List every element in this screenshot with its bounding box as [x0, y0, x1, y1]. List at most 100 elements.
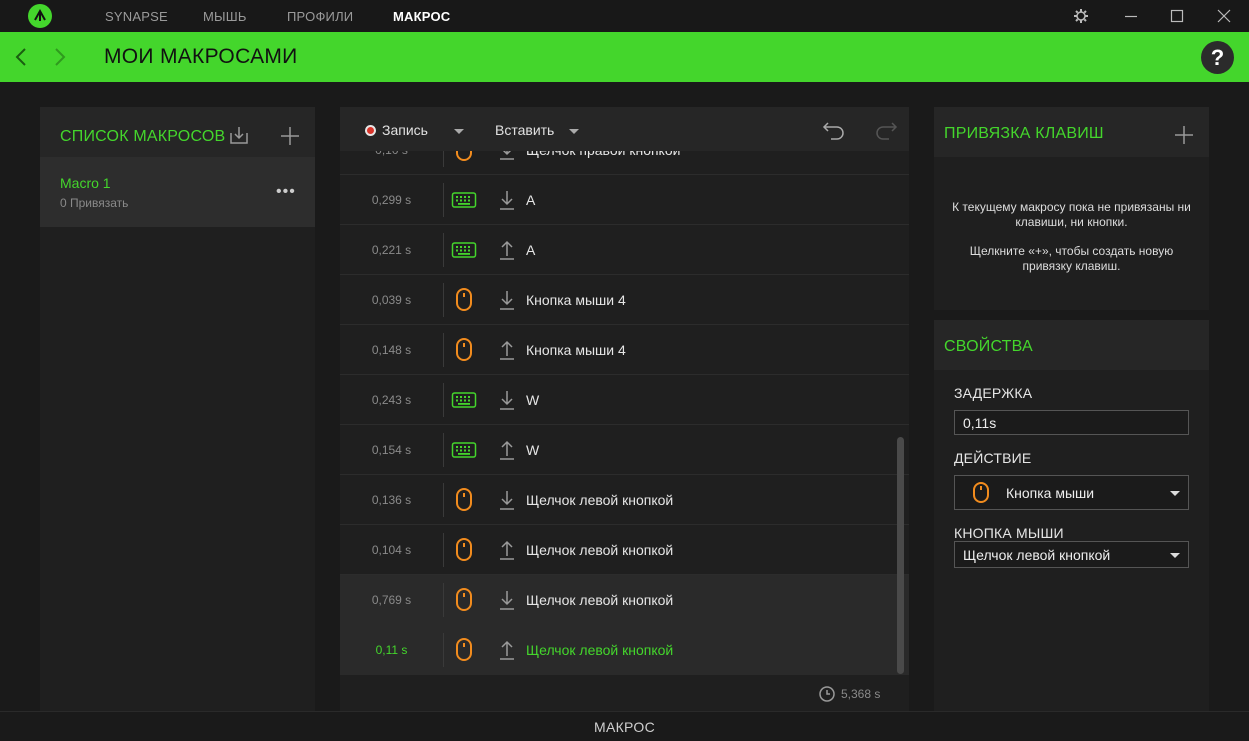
- record-dropdown-icon[interactable]: [454, 129, 464, 134]
- macro-event-row[interactable]: 0,243 s W: [340, 375, 909, 425]
- macro-list-title: СПИСОК МАКРОСОВ: [60, 128, 226, 145]
- help-button[interactable]: ?: [1201, 41, 1234, 74]
- properties-title: СВОЙСТВА: [944, 338, 1033, 355]
- maximize-icon[interactable]: [1167, 6, 1187, 26]
- mouse-icon: [451, 537, 477, 563]
- event-delay[interactable]: 0,104 s: [340, 543, 443, 557]
- key-down-icon: [497, 288, 517, 312]
- macro-event-row[interactable]: 0,11 s Щелчок левой кнопкой: [340, 625, 909, 675]
- record-button[interactable]: Запись: [382, 122, 428, 138]
- keyboard-icon: [451, 237, 477, 263]
- event-label: Кнопка мыши 4: [526, 292, 626, 308]
- tab-mouse[interactable]: МЫШЬ: [203, 9, 247, 24]
- event-label: Щелчок правой кнопкой: [526, 151, 680, 158]
- redo-icon[interactable]: [873, 117, 899, 141]
- keyboard-icon: [451, 387, 477, 413]
- action-select[interactable]: Кнопка мыши: [954, 475, 1189, 510]
- back-icon[interactable]: [11, 46, 31, 68]
- delay-label: ЗАДЕРЖКА: [954, 385, 1033, 401]
- row-divider: [443, 183, 444, 217]
- mouse-button-select[interactable]: Щелчок левой кнопкой: [954, 541, 1189, 568]
- delay-input[interactable]: 0,11s: [954, 410, 1189, 435]
- key-down-icon: [497, 488, 517, 512]
- row-divider: [443, 633, 444, 667]
- event-label: W: [526, 442, 540, 458]
- key-down-icon: [497, 588, 517, 612]
- event-delay[interactable]: 0,136 s: [340, 493, 443, 507]
- editor-footer: 5,368 s: [340, 677, 909, 711]
- macro-event-row[interactable]: 0,154 s W: [340, 425, 909, 475]
- import-icon[interactable]: [228, 124, 250, 146]
- event-delay[interactable]: 0,221 s: [340, 243, 443, 257]
- key-up-icon: [497, 438, 517, 462]
- tab-synapse[interactable]: SYNAPSE: [105, 9, 168, 24]
- scrollbar[interactable]: [897, 437, 904, 674]
- event-label: Щелчок левой кнопкой: [526, 642, 674, 658]
- event-delay[interactable]: 0,148 s: [340, 343, 443, 357]
- insert-button[interactable]: Вставить: [495, 122, 554, 138]
- properties-header: СВОЙСТВА: [934, 320, 1209, 370]
- add-macro-icon[interactable]: [280, 126, 300, 146]
- undo-icon[interactable]: [821, 117, 847, 141]
- macro-event-row[interactable]: 0,104 s Щелчок левой кнопкой: [340, 525, 909, 575]
- macro-event-row[interactable]: 0,221 s A: [340, 225, 909, 275]
- row-divider: [443, 333, 444, 367]
- event-delay[interactable]: 0,10 s: [340, 151, 443, 157]
- macro-event-row[interactable]: 0,10 s Щелчок правой кнопкой: [340, 151, 909, 175]
- event-label: A: [526, 192, 536, 208]
- minimize-icon[interactable]: [1121, 6, 1141, 26]
- event-delay[interactable]: 0,039 s: [340, 293, 443, 307]
- macro-event-row[interactable]: 0,148 s Кнопка мыши 4: [340, 325, 909, 375]
- editor-toolbar: Запись Вставить: [340, 107, 909, 151]
- row-divider: [443, 233, 444, 267]
- action-label: ДЕЙСТВИЕ: [954, 450, 1032, 466]
- keyboard-icon: [451, 437, 477, 463]
- tab-profiles[interactable]: ПРОФИЛИ: [287, 9, 353, 24]
- event-delay[interactable]: 0,243 s: [340, 393, 443, 407]
- macro-editor-panel: Запись Вставить 0,10 s Щелчок правой кноп…: [340, 107, 909, 711]
- macro-event-list: 0,10 s Щелчок правой кнопкой 0,299 s A 0,221…: [340, 151, 909, 676]
- row-divider: [443, 533, 444, 567]
- event-delay[interactable]: 0,299 s: [340, 193, 443, 207]
- record-icon[interactable]: [365, 125, 376, 136]
- key-down-icon: [497, 388, 517, 412]
- row-divider: [443, 433, 444, 467]
- event-delay[interactable]: 0,769 s: [340, 593, 443, 607]
- forward-icon[interactable]: [50, 46, 70, 68]
- row-divider: [443, 151, 444, 167]
- close-icon[interactable]: [1214, 6, 1234, 26]
- row-divider: [443, 283, 444, 317]
- add-binding-icon[interactable]: [1174, 125, 1194, 145]
- macro-event-row[interactable]: 0,039 s Кнопка мыши 4: [340, 275, 909, 325]
- bottom-bar: МАКРОС: [0, 711, 1249, 741]
- insert-dropdown-icon[interactable]: [569, 129, 579, 134]
- settings-icon[interactable]: [1071, 6, 1091, 26]
- properties-panel: СВОЙСТВА ЗАДЕРЖКА 0,11s ДЕЙСТВИЕ Кнопка …: [934, 320, 1209, 711]
- macro-list-item[interactable]: Macro 1 0 Привязать •••: [40, 157, 315, 227]
- action-value: Кнопка мыши: [1006, 484, 1095, 501]
- event-label: Щелчок левой кнопкой: [526, 542, 674, 558]
- event-delay[interactable]: 0,154 s: [340, 443, 443, 457]
- macro-event-row[interactable]: 0,299 s A: [340, 175, 909, 225]
- macro-event-row[interactable]: 0,769 s Щелчок левой кнопкой: [340, 575, 909, 625]
- razer-logo-icon: [28, 4, 52, 28]
- footer-label: МАКРОС: [594, 719, 655, 735]
- macro-event-row[interactable]: 0,136 s Щелчок левой кнопкой: [340, 475, 909, 525]
- mouse-icon: [451, 337, 477, 363]
- mouse-icon: [451, 151, 477, 163]
- page-title: МОИ МАКРОСАМИ: [104, 45, 298, 68]
- mouse-icon: [451, 487, 477, 513]
- macro-list-panel: СПИСОК МАКРОСОВ Macro 1 0 Привязать •••: [40, 107, 315, 711]
- clock-icon: [818, 685, 836, 703]
- no-binding-message: К текущему макросу пока не привязаны ни …: [952, 200, 1191, 229]
- key-up-icon: [497, 238, 517, 262]
- mouse-button-value: Щелчок левой кнопкой: [963, 546, 1111, 563]
- more-options-icon[interactable]: •••: [276, 184, 296, 200]
- mouse-icon: [451, 587, 477, 613]
- add-binding-hint: Щелкните «+», чтобы создать новую привяз…: [969, 244, 1174, 273]
- macro-list-header: СПИСОК МАКРОСОВ: [40, 107, 315, 157]
- event-delay[interactable]: 0,11 s: [340, 643, 443, 657]
- key-up-icon: [497, 338, 517, 362]
- macro-binding-count: 0 Привязать: [60, 196, 129, 210]
- tab-macro[interactable]: МАКРОС: [393, 9, 450, 24]
